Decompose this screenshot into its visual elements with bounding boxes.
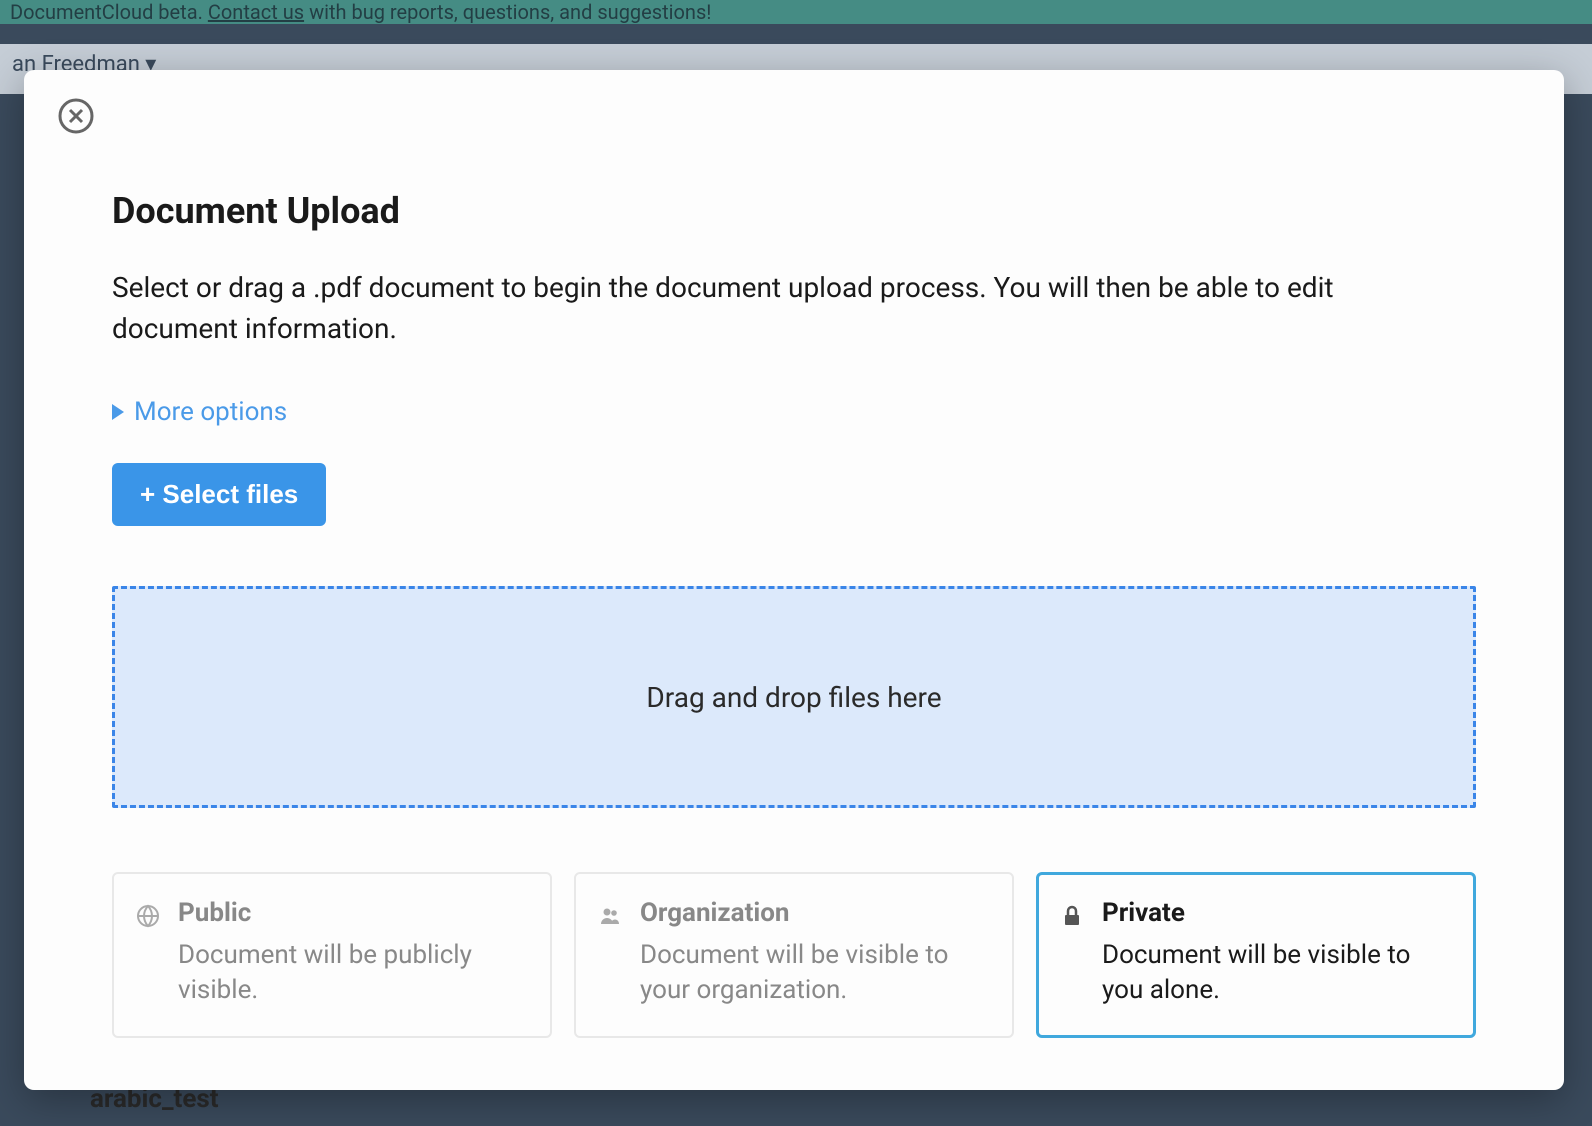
beta-banner: DocumentCloud beta. Contact us with bug … [0,0,1592,24]
file-dropzone[interactable]: Drag and drop files here [112,586,1476,808]
visibility-title: Public [178,898,530,928]
visibility-option-public[interactable]: Public Document will be publicly visible… [112,872,552,1038]
dropzone-label: Drag and drop files here [646,681,941,714]
globe-icon [134,902,162,930]
modal-description: Select or drag a .pdf document to begin … [112,268,1452,349]
more-options-label: More options [134,397,287,427]
close-button[interactable] [52,92,100,140]
modal-title: Document Upload [112,190,1476,232]
upload-modal: Document Upload Select or drag a .pdf do… [24,70,1564,1090]
visibility-content: Private Document will be visible to you … [1102,898,1454,1008]
banner-text-suffix: with bug reports, questions, and suggest… [309,0,711,24]
more-options-toggle[interactable]: More options [112,397,287,427]
visibility-description: Document will be visible to you alone. [1102,938,1454,1008]
lock-icon [1058,902,1086,930]
select-files-button[interactable]: + Select files [112,463,326,526]
visibility-description: Document will be visible to your organiz… [640,938,992,1008]
visibility-options: Public Document will be publicly visible… [112,872,1476,1038]
banner-text-prefix: DocumentCloud beta. [10,0,203,24]
visibility-description: Document will be publicly visible. [178,938,530,1008]
visibility-content: Organization Document will be visible to… [640,898,992,1008]
visibility-title: Private [1102,898,1454,928]
visibility-option-organization[interactable]: Organization Document will be visible to… [574,872,1014,1038]
visibility-content: Public Document will be publicly visible… [178,898,530,1008]
visibility-option-private[interactable]: Private Document will be visible to you … [1036,872,1476,1038]
contact-us-link[interactable]: Contact us [208,0,304,24]
close-icon [58,98,94,134]
users-icon [596,902,624,930]
visibility-title: Organization [640,898,992,928]
chevron-right-icon [112,404,124,420]
modal-content: Document Upload Select or drag a .pdf do… [24,70,1564,1078]
